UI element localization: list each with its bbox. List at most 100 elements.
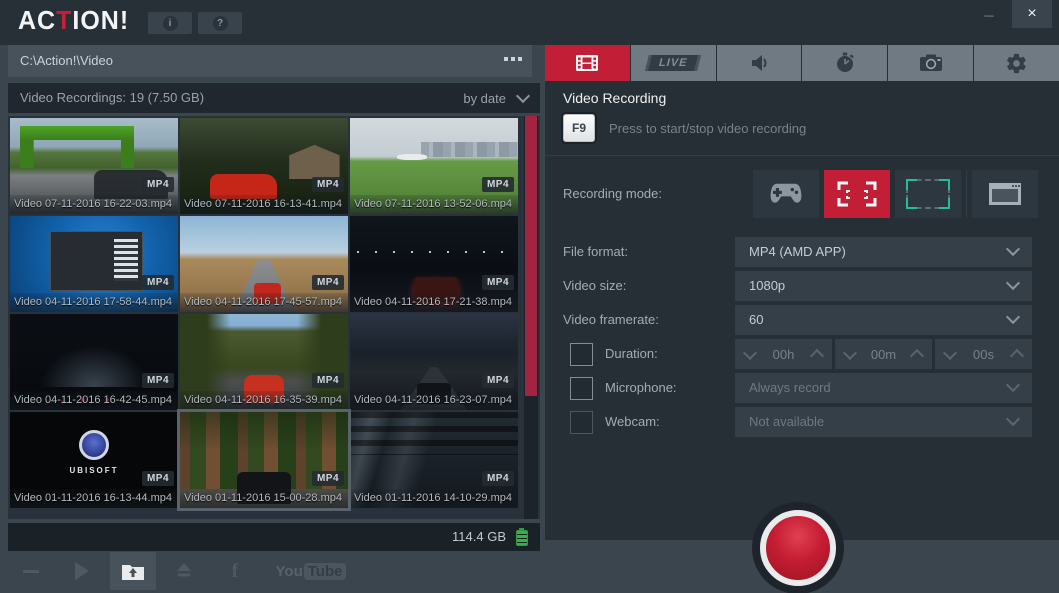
tab-benchmark[interactable] bbox=[802, 45, 887, 81]
video-item[interactable]: MP4Video 04-11-2016 17-45-57.mp4 bbox=[180, 216, 348, 312]
microphone-checkbox[interactable] bbox=[570, 377, 593, 400]
scrollbar-track[interactable] bbox=[524, 116, 538, 519]
video-item[interactable]: MP4Video 07-11-2016 16-13-41.mp4 bbox=[180, 118, 348, 214]
tab-screenshots[interactable] bbox=[888, 45, 973, 81]
file-format-dropdown[interactable]: MP4 (AMD APP) bbox=[735, 237, 1032, 267]
hotkey-hint: Press to start/stop video recording bbox=[609, 121, 806, 136]
framerate-value: 60 bbox=[749, 305, 763, 335]
recording-mode-row: Recording mode: bbox=[545, 170, 1059, 218]
bottom-toolbar: f YouTube bbox=[8, 552, 359, 590]
video-item[interactable]: MP4Video 07-11-2016 13-52-06.mp4 bbox=[350, 118, 518, 214]
film-icon bbox=[574, 52, 600, 74]
duration-checkbox[interactable] bbox=[570, 343, 593, 366]
increment-icon[interactable] bbox=[1010, 348, 1024, 362]
video-size-label: Video size: bbox=[563, 271, 626, 301]
video-grid: MP4Video 07-11-2016 16-22-03.mp4MP4Video… bbox=[8, 116, 540, 510]
decrement-icon[interactable] bbox=[943, 345, 957, 359]
video-filename: Video 01-11-2016 16-13-44.mp4 bbox=[10, 489, 178, 508]
tab-bar: LIVE bbox=[545, 45, 1059, 81]
video-item[interactable]: MP4Video 04-11-2016 16-42-45.mp4 bbox=[10, 314, 178, 410]
tab-settings[interactable] bbox=[974, 45, 1059, 81]
info-button[interactable]: i bbox=[148, 12, 192, 34]
video-item[interactable]: MP4Video 07-11-2016 16-22-03.mp4 bbox=[10, 118, 178, 214]
video-item[interactable]: MP4Video 01-11-2016 15-00-28.mp4 bbox=[180, 412, 348, 508]
play-icon bbox=[75, 562, 89, 580]
video-item[interactable]: MP4Video 04-11-2016 17-58-44.mp4 bbox=[10, 216, 178, 312]
record-icon bbox=[760, 510, 836, 586]
format-badge: MP4 bbox=[312, 177, 344, 192]
sort-value: by date bbox=[463, 91, 506, 106]
tab-audio-recording[interactable] bbox=[717, 45, 802, 81]
folder-path: C:\Action!\Video bbox=[20, 45, 113, 77]
increment-icon[interactable] bbox=[910, 348, 924, 362]
chevron-down-icon bbox=[1006, 276, 1020, 290]
mode-window-button[interactable] bbox=[972, 170, 1038, 218]
camera-icon bbox=[918, 52, 944, 74]
video-size-dropdown[interactable]: 1080p bbox=[735, 271, 1032, 301]
play-button[interactable] bbox=[59, 552, 105, 590]
mode-game-button[interactable] bbox=[753, 170, 819, 218]
framerate-dropdown[interactable]: 60 bbox=[735, 305, 1032, 335]
chevron-down-icon bbox=[1006, 242, 1020, 256]
microphone-value: Always record bbox=[749, 373, 831, 403]
webcam-checkbox[interactable] bbox=[570, 411, 593, 434]
video-filename: Video 04-11-2016 16-23-07.mp4 bbox=[350, 391, 518, 410]
minimize-button[interactable]: ─ bbox=[975, 4, 1003, 26]
youtube-icon: You bbox=[276, 563, 303, 580]
youtube-button[interactable]: YouTube bbox=[263, 552, 359, 590]
video-item[interactable]: MP4Video 04-11-2016 16-35-39.mp4 bbox=[180, 314, 348, 410]
video-filename: Video 01-11-2016 15-00-28.mp4 bbox=[180, 489, 348, 508]
help-button[interactable]: ? bbox=[198, 12, 242, 34]
format-badge: MP4 bbox=[482, 177, 514, 192]
minutes-value: 00m bbox=[871, 347, 896, 362]
mode-fullscreen-button[interactable] bbox=[824, 170, 890, 218]
library-panel: C:\Action!\Video Video Recordings: 19 (7… bbox=[8, 45, 540, 551]
minus-icon bbox=[23, 570, 39, 573]
video-filename: Video 01-11-2016 14-10-29.mp4 bbox=[350, 489, 518, 508]
tab-live-streaming[interactable]: LIVE bbox=[631, 45, 716, 81]
tab-video-recording[interactable] bbox=[545, 45, 630, 81]
help-icon: ? bbox=[213, 16, 228, 31]
video-size-row: Video size: 1080p bbox=[545, 271, 1059, 301]
browse-folder-button[interactable] bbox=[504, 57, 522, 61]
framerate-label: Video framerate: bbox=[563, 305, 659, 335]
decrement-icon[interactable] bbox=[743, 345, 757, 359]
scrollbar-thumb[interactable] bbox=[525, 116, 537, 396]
mode-region-button[interactable] bbox=[895, 170, 961, 218]
chevron-down-icon bbox=[1006, 412, 1020, 426]
video-item[interactable]: UBISOFTMP4Video 01-11-2016 16-13-44.mp4 bbox=[10, 412, 178, 508]
webcam-dropdown[interactable]: Not available bbox=[735, 407, 1032, 437]
folder-upload-icon bbox=[121, 561, 145, 581]
export-folder-button[interactable] bbox=[110, 552, 156, 590]
format-badge: MP4 bbox=[482, 275, 514, 290]
upload-icon bbox=[173, 561, 195, 581]
recordings-header: Video Recordings: 19 (7.50 GB) by date bbox=[8, 83, 540, 113]
record-button[interactable] bbox=[752, 502, 844, 593]
video-item[interactable]: MP4Video 04-11-2016 16-23-07.mp4 bbox=[350, 314, 518, 410]
info-icon: i bbox=[163, 16, 178, 31]
youtube-tube-label: Tube bbox=[304, 563, 347, 580]
fullscreen-brackets-icon bbox=[835, 179, 879, 209]
upload-button[interactable] bbox=[161, 552, 207, 590]
webcam-label: Webcam: bbox=[605, 407, 660, 437]
file-format-row: File format: MP4 (AMD APP) bbox=[545, 237, 1059, 267]
video-item[interactable]: MP4Video 04-11-2016 17-21-38.mp4 bbox=[350, 216, 518, 312]
format-badge: MP4 bbox=[482, 471, 514, 486]
sort-dropdown[interactable]: by date bbox=[463, 83, 528, 113]
titlebar: ACTION! i ? ─ × bbox=[0, 0, 1059, 45]
recordings-count-label: Video Recordings: 19 (7.50 GB) bbox=[20, 83, 204, 113]
microphone-dropdown[interactable]: Always record bbox=[735, 373, 1032, 403]
close-button[interactable]: × bbox=[1012, 0, 1052, 28]
duration-steppers: 00h 00m 00s bbox=[735, 339, 1032, 369]
decrement-icon[interactable] bbox=[843, 345, 857, 359]
video-item[interactable]: MP4 Video 01-11-2016 14-10-29.mp4 bbox=[350, 412, 518, 508]
delete-button[interactable] bbox=[8, 552, 54, 590]
folder-path-bar[interactable]: C:\Action!\Video bbox=[8, 45, 532, 77]
facebook-button[interactable]: f bbox=[212, 552, 258, 590]
close-icon: × bbox=[1027, 5, 1036, 23]
hotkey-badge[interactable]: F9 bbox=[563, 114, 595, 142]
minimize-icon: ─ bbox=[984, 8, 993, 23]
file-format-label: File format: bbox=[563, 237, 628, 267]
increment-icon[interactable] bbox=[810, 348, 824, 362]
format-badge: MP4 bbox=[142, 177, 174, 192]
